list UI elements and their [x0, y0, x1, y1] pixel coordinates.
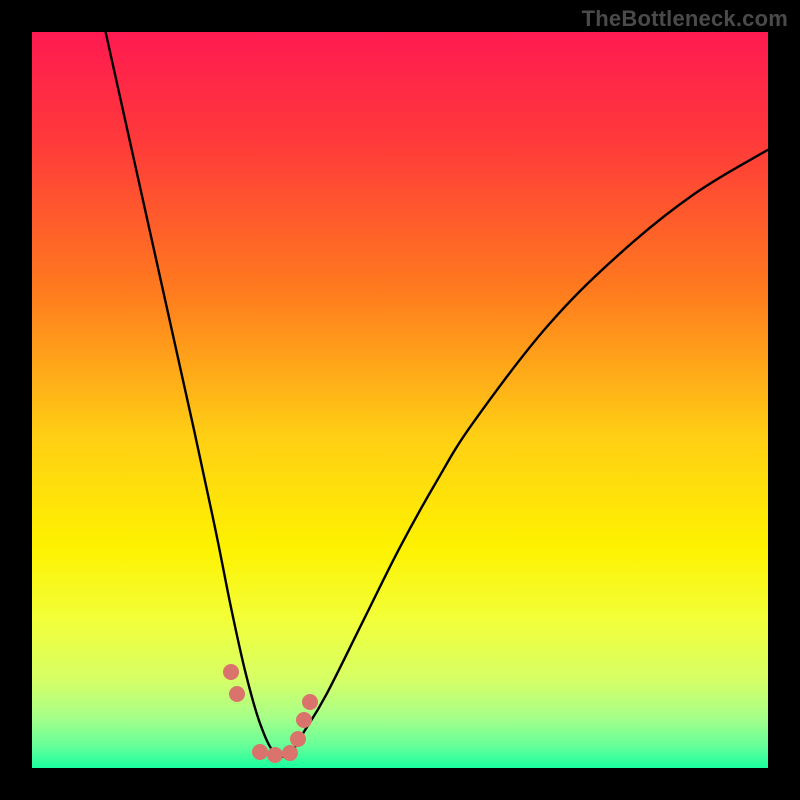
optimal-range-dots	[32, 32, 768, 768]
dot	[267, 747, 283, 763]
dot	[229, 686, 245, 702]
dot	[296, 712, 312, 728]
plot-area	[32, 32, 768, 768]
dot	[282, 745, 298, 761]
dot	[252, 744, 268, 760]
dot	[302, 694, 318, 710]
chart-container: TheBottleneck.com	[0, 0, 800, 800]
watermark-text: TheBottleneck.com	[582, 6, 788, 32]
dot	[223, 664, 239, 680]
dot	[290, 731, 306, 747]
